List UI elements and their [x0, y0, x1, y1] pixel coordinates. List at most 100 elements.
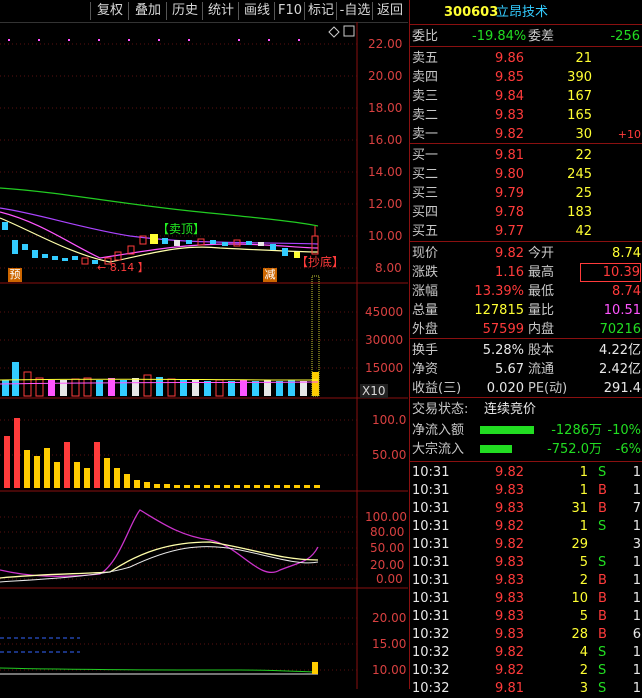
- stat2-label: 换手: [412, 343, 439, 358]
- tick-volume: 29: [571, 537, 588, 552]
- bid-row[interactable]: 买四 9.78 183: [410, 203, 642, 222]
- price-axis-label: 12.00: [368, 197, 403, 211]
- reduce-badge[interactable]: 减: [263, 268, 277, 282]
- stat-label: 涨跌: [412, 265, 439, 280]
- bid-price: 9.80: [495, 167, 524, 182]
- ask-row[interactable]: 卖五 9.86 21: [410, 49, 642, 68]
- bid-price: 9.78: [495, 205, 524, 220]
- stat-label: 今开: [528, 246, 555, 261]
- back-button[interactable]: 返回: [372, 2, 407, 20]
- tick-row[interactable]: 10:32 9.82 4 S 1: [410, 643, 642, 662]
- tick-time: 10:31: [412, 465, 450, 480]
- ask-change: +10: [617, 128, 641, 141]
- tick-time: 10:32: [412, 645, 450, 660]
- stat2-row: 换手 5.28% 股本 4.22亿: [410, 341, 642, 360]
- stat-label: 内盘: [528, 322, 555, 337]
- bid-row[interactable]: 买二 9.80 245: [410, 165, 642, 184]
- overlay-button[interactable]: 叠加: [128, 2, 167, 20]
- tick-count: 1: [632, 519, 641, 534]
- tick-row[interactable]: 10:31 9.83 5 B 1: [410, 607, 642, 626]
- indicator3-axis-label: 20.00: [372, 611, 407, 625]
- ask-row[interactable]: 卖三 9.84 167: [410, 87, 642, 106]
- tick-side: S: [598, 465, 607, 480]
- stat-row: 现价 9.82 今开 8.74: [410, 244, 642, 263]
- stat-label: 量比: [528, 303, 555, 318]
- trade-status-label: 交易状态:: [412, 402, 469, 417]
- trade-status-value: 连续竞价: [484, 402, 537, 417]
- stat2-label: PE(动): [528, 381, 568, 396]
- weibi-row: 委比 -19.84% 委差 -256: [410, 27, 642, 46]
- stat-value: 70216: [599, 322, 641, 337]
- fuquan-button[interactable]: 复权: [90, 2, 129, 20]
- tick-price: 9.83: [495, 555, 524, 570]
- ask-label: 卖四: [412, 70, 439, 85]
- stock-name: 立昂技术: [496, 5, 549, 20]
- stats-button[interactable]: 统计: [202, 2, 239, 20]
- stat-label: 涨幅: [412, 284, 439, 299]
- ask-row[interactable]: 卖四 9.85 390: [410, 68, 642, 87]
- bid-price: 9.77: [495, 224, 524, 239]
- tick-row[interactable]: 10:32 9.82 2 S 1: [410, 661, 642, 680]
- tick-row[interactable]: 10:31 9.82 1 S 1: [410, 463, 642, 482]
- bid-price: 9.79: [495, 186, 524, 201]
- tick-time: 10:31: [412, 591, 450, 606]
- stat-value: 127815: [474, 303, 524, 318]
- draw-line-button[interactable]: 画线: [238, 2, 275, 20]
- tick-time: 10:31: [412, 483, 450, 498]
- chart-window-icon[interactable]: [343, 25, 355, 37]
- ask-volume: 390: [567, 70, 592, 85]
- tick-count: 1: [632, 483, 641, 498]
- mark-button[interactable]: 标记: [304, 2, 337, 20]
- tick-side: S: [598, 519, 607, 534]
- forecast-badge[interactable]: 预: [8, 268, 22, 282]
- stat-row: 涨幅 13.39% 最低 8.74: [410, 282, 642, 301]
- kline-chart-area[interactable]: 22.00 20.00 18.00 16.00 14.00 12.00 10.0…: [0, 22, 408, 689]
- stat-label: 外盘: [412, 322, 439, 337]
- tick-row[interactable]: 10:31 9.82 1 S 1: [410, 517, 642, 536]
- bid-label: 买二: [412, 167, 439, 182]
- bid-label: 买三: [412, 186, 439, 201]
- bid-row[interactable]: 买三 9.79 25: [410, 184, 642, 203]
- f10-button[interactable]: F10: [274, 2, 305, 20]
- stat-label: 最高: [528, 265, 555, 280]
- bid-volume: 42: [575, 224, 592, 239]
- stat2-row: 净资 5.67 流通 2.42亿: [410, 360, 642, 379]
- indicator1-axis-label: 50.00: [372, 448, 407, 462]
- remove-favorite-button[interactable]: -自选: [336, 2, 373, 20]
- indicator3-axis-label: 15.00: [372, 637, 407, 651]
- weicha-value: -256: [610, 29, 640, 44]
- tick-row[interactable]: 10:31 9.83 5 S 1: [410, 553, 642, 572]
- tick-side: B: [598, 501, 607, 516]
- ask-volume: 30: [575, 127, 592, 142]
- weibi-label: 委比: [412, 29, 439, 44]
- tick-row[interactable]: 10:31 9.83 1 B 1: [410, 481, 642, 500]
- tick-count: 6: [632, 627, 641, 642]
- ask-volume: 167: [567, 89, 592, 104]
- tick-row[interactable]: 10:31 9.83 31 B 7: [410, 499, 642, 518]
- bid-row[interactable]: 买五 9.77 42: [410, 222, 642, 241]
- tick-volume: 2: [579, 663, 588, 678]
- ask-price: 9.84: [495, 89, 524, 104]
- tick-row[interactable]: 10:31 9.83 2 B 1: [410, 571, 642, 590]
- ask-row[interactable]: 卖二 9.83 165: [410, 106, 642, 125]
- tick-row[interactable]: 10:32 9.83 28 B 6: [410, 625, 642, 644]
- tick-time: 10:31: [412, 609, 450, 624]
- stat2-label: 流通: [528, 362, 555, 377]
- stock-code: 300603: [444, 5, 499, 20]
- block-inflow-bar: [480, 445, 512, 453]
- tick-side: S: [598, 663, 607, 678]
- ask-row[interactable]: 卖一 9.82 30 +10: [410, 125, 642, 144]
- history-button[interactable]: 历史: [166, 2, 203, 20]
- tick-price: 9.82: [495, 465, 524, 480]
- bid-label: 买一: [412, 148, 439, 163]
- ask-volume: 21: [575, 51, 592, 66]
- bid-row[interactable]: 买一 9.81 22: [410, 146, 642, 165]
- tick-price: 9.83: [495, 483, 524, 498]
- tick-price: 9.82: [495, 663, 524, 678]
- tick-row[interactable]: 10:31 9.82 29 3: [410, 535, 642, 554]
- tick-row[interactable]: 10:31 9.83 10 B 1: [410, 589, 642, 608]
- tick-volume: 28: [571, 627, 588, 642]
- indicator2-axis-label: 100.00: [365, 510, 407, 524]
- chart-diamond-icon[interactable]: [328, 26, 340, 38]
- bid-volume: 22: [575, 148, 592, 163]
